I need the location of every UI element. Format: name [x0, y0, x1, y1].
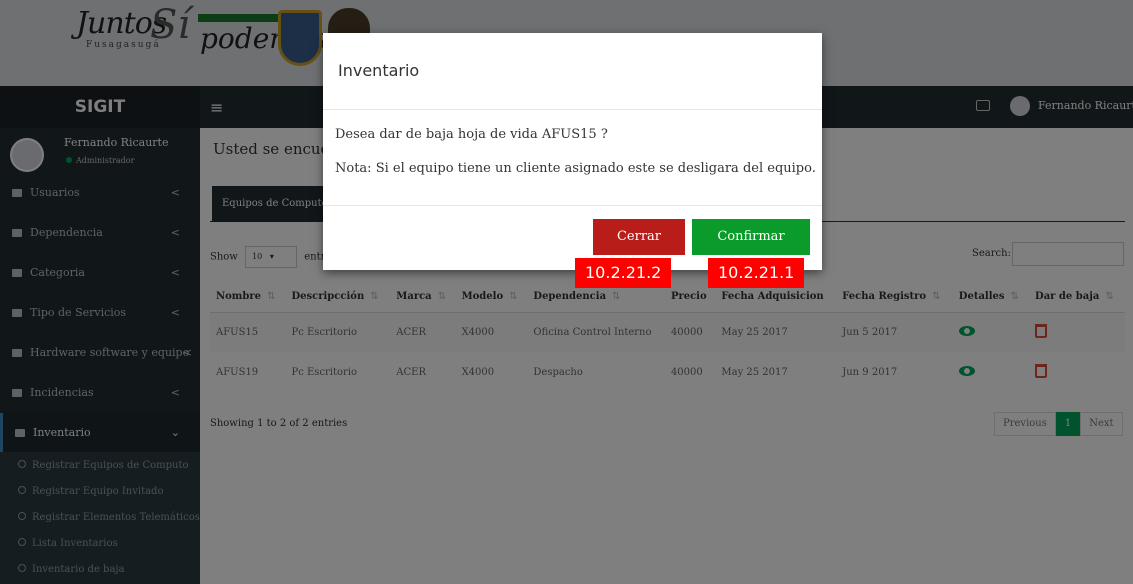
- confirmar-button[interactable]: Confirmar: [692, 219, 810, 255]
- divider: [323, 205, 822, 206]
- dialog-message: Desea dar de baja hoja de vida AFUS15 ?: [335, 127, 608, 142]
- annotation-tag-confirmar: 10.2.21.1: [708, 258, 805, 288]
- dialog-title: Inventario: [338, 61, 420, 80]
- cerrar-button[interactable]: Cerrar: [593, 219, 685, 255]
- divider: [323, 109, 822, 110]
- dialog-note: Nota: Si el equipo tiene un cliente asig…: [335, 161, 816, 176]
- confirm-dialog: Inventario Desea dar de baja hoja de vid…: [323, 33, 822, 270]
- annotation-tag-cerrar: 10.2.21.2: [575, 258, 672, 288]
